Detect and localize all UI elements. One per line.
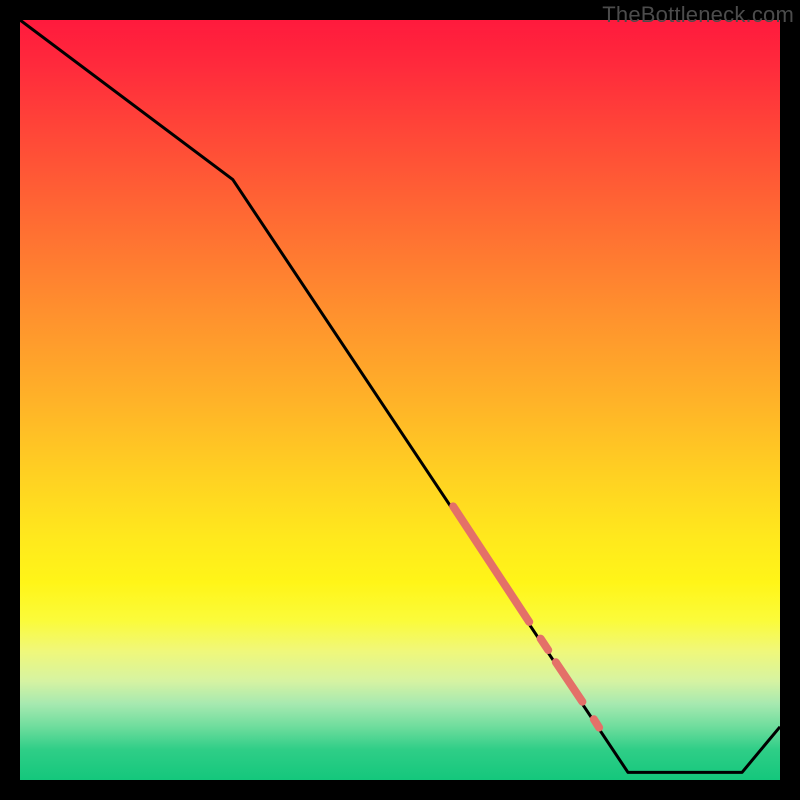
watermark-label: TheBottleneck.com <box>602 2 794 28</box>
highlight-dot-2 <box>594 719 599 727</box>
lines-group <box>20 20 780 772</box>
highlight-segment-1 <box>453 506 529 622</box>
plot-area <box>20 20 780 780</box>
highlight-segment-2 <box>556 662 583 702</box>
chart-frame: TheBottleneck.com <box>0 0 800 800</box>
curve-curve <box>20 20 780 772</box>
chart-svg <box>20 20 780 780</box>
highlight-dot-1 <box>541 639 549 650</box>
